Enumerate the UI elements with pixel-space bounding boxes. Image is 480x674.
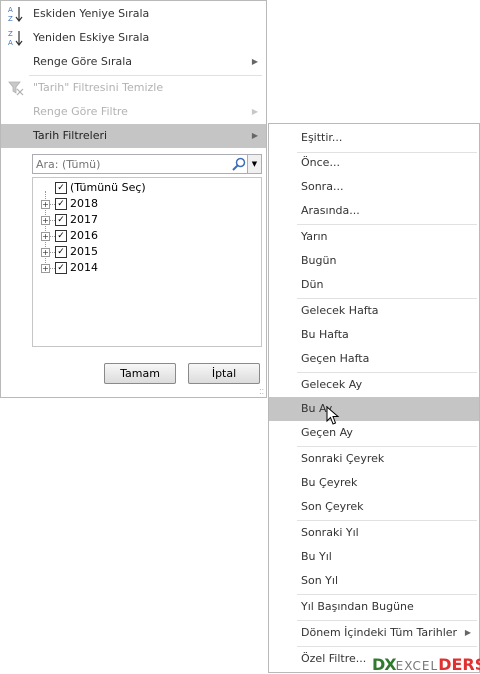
submenu-item-before[interactable]: Önce... [269, 151, 479, 175]
svg-text:A: A [8, 39, 13, 47]
resize-grip-icon[interactable]: ⁚⁚ [260, 389, 264, 396]
menu-item-label: Renge Göre Filtre [33, 105, 128, 118]
search-box: ▼ [32, 154, 262, 174]
submenu-item-label: Arasında... [301, 204, 360, 217]
submenu-item-next-month[interactable]: Gelecek Ay [269, 373, 479, 397]
menu-item-label: Eskiden Yeniye Sırala [33, 7, 150, 20]
watermark-part: DX [372, 655, 397, 674]
submenu-item-label: Geçen Hafta [301, 352, 370, 365]
search-icon[interactable] [231, 156, 247, 172]
submenu-item-label: Gelecek Hafta [301, 304, 379, 317]
submenu-item-last-quarter[interactable]: Son Çeyrek [269, 495, 479, 519]
submenu-item-year-to-date[interactable]: Yıl Başından Bugüne [269, 595, 479, 619]
submenu-item-last-week[interactable]: Geçen Hafta [269, 347, 479, 371]
search-input[interactable] [33, 155, 232, 173]
chevron-right-icon: ▶ [251, 107, 258, 116]
search-dropdown-button[interactable]: ▼ [247, 155, 261, 173]
sort-newest-to-oldest[interactable]: Z A Yeniden Eskiye Sırala [1, 26, 266, 50]
ok-button[interactable]: Tamam [104, 363, 176, 384]
submenu-item-label: Eşittir... [301, 131, 343, 144]
filter-by-color[interactable]: Renge Göre Filtre ▶ [1, 100, 266, 124]
autofilter-menu: A Z Eskiden Yeniye Sırala Z A Yeniden Es… [0, 0, 267, 398]
checkbox[interactable]: ✓ [55, 230, 67, 242]
clear-date-filter[interactable]: "Tarih" Filtresini Temizle [1, 76, 266, 100]
menu-item-label: "Tarih" Filtresini Temizle [33, 81, 164, 94]
submenu-item-yesterday[interactable]: Dün [269, 273, 479, 297]
chevron-right-icon: ▶ [251, 131, 258, 140]
checkbox[interactable]: ✓ [55, 198, 67, 210]
checkbox[interactable]: ✓ [55, 182, 67, 194]
watermark-part: DERS [438, 655, 480, 674]
submenu-item-label: Bu Yıl [301, 550, 332, 563]
submenu-item-all-dates-in-period[interactable]: Dönem İçindeki Tüm Tarihler ▶ [269, 621, 479, 645]
submenu-item-equals[interactable]: Eşittir... [269, 126, 479, 150]
chevron-right-icon: ▶ [464, 628, 471, 637]
select-all-item[interactable]: ✓ (Tümünü Seç) [33, 180, 233, 196]
tree-item-label: 2017 [70, 213, 98, 226]
submenu-item-label: Yıl Başından Bugüne [301, 600, 414, 613]
submenu-item-last-year[interactable]: Son Yıl [269, 569, 479, 593]
submenu-item-label: Dün [301, 278, 324, 291]
filter-value-list: ✓ (Tümünü Seç) + ✓ 2018 + ✓ 2017 + ✓ 201… [32, 177, 262, 347]
tree-item-2014[interactable]: + ✓ 2014 [33, 260, 233, 276]
watermark-logo: DXEXCELDERS [372, 655, 480, 674]
submenu-item-next-week[interactable]: Gelecek Hafta [269, 299, 479, 323]
sort-asc-icon: A Z [8, 6, 23, 23]
submenu-item-label: Bu Hafta [301, 328, 349, 341]
svg-text:A: A [8, 6, 13, 14]
submenu-item-this-quarter[interactable]: Bu Çeyrek [269, 471, 479, 495]
submenu-item-tomorrow[interactable]: Yarın [269, 225, 479, 249]
tree-item-2016[interactable]: + ✓ 2016 [33, 228, 233, 244]
submenu-item-label: Dönem İçindeki Tüm Tarihler [301, 626, 458, 639]
submenu-item-next-year[interactable]: Sonraki Yıl [269, 521, 479, 545]
svg-text:Z: Z [8, 30, 13, 38]
submenu-item-label: Geçen Ay [301, 426, 353, 439]
submenu-item-label: Özel Filtre... [301, 652, 367, 665]
submenu-item-label: Sonraki Yıl [301, 526, 359, 539]
tree-item-label: 2015 [70, 245, 98, 258]
submenu-item-label: Son Çeyrek [301, 500, 364, 513]
submenu-item-last-month[interactable]: Geçen Ay [269, 421, 479, 445]
date-filters-submenu: Eşittir... Önce... Sonra... Arasında... … [268, 123, 480, 673]
tree-item-2018[interactable]: + ✓ 2018 [33, 196, 233, 212]
submenu-item-this-week[interactable]: Bu Hafta [269, 323, 479, 347]
submenu-item-this-month[interactable]: Bu Ay [269, 397, 479, 421]
mouse-cursor-icon [326, 406, 340, 425]
sort-oldest-to-newest[interactable]: A Z Eskiden Yeniye Sırala [1, 2, 266, 26]
tree-item-2015[interactable]: + ✓ 2015 [33, 244, 233, 260]
checkbox[interactable]: ✓ [55, 214, 67, 226]
tree-item-label: (Tümünü Seç) [70, 181, 146, 194]
clear-filter-icon [8, 81, 24, 96]
menu-item-label: Yeniden Eskiye Sırala [33, 31, 150, 44]
submenu-item-label: Sonraki Çeyrek [301, 452, 385, 465]
tree-item-2017[interactable]: + ✓ 2017 [33, 212, 233, 228]
submenu-item-label: Gelecek Ay [301, 378, 363, 391]
submenu-item-this-year[interactable]: Bu Yıl [269, 545, 479, 569]
submenu-item-label: Bu Çeyrek [301, 476, 358, 489]
chevron-right-icon: ▶ [251, 57, 258, 66]
submenu-item-label: Sonra... [301, 180, 344, 193]
menu-item-label: Renge Göre Sırala [33, 55, 133, 68]
svg-text:Z: Z [8, 15, 13, 23]
checkbox[interactable]: ✓ [55, 246, 67, 258]
sort-desc-icon: Z A [8, 30, 23, 47]
submenu-item-label: Bugün [301, 254, 337, 267]
tree-item-label: 2016 [70, 229, 98, 242]
tree-item-label: 2014 [70, 261, 98, 274]
watermark-part: EXCEL [395, 659, 439, 673]
tree-item-label: 2018 [70, 197, 98, 210]
submenu-item-next-quarter[interactable]: Sonraki Çeyrek [269, 447, 479, 471]
submenu-item-between[interactable]: Arasında... [269, 199, 479, 223]
submenu-item-label: Son Yıl [301, 574, 339, 587]
date-filters[interactable]: Tarih Filtreleri ▶ [1, 124, 266, 148]
cancel-button[interactable]: İptal [188, 363, 260, 384]
menu-item-label: Tarih Filtreleri [33, 129, 108, 142]
sort-by-color[interactable]: Renge Göre Sırala ▶ [1, 50, 266, 74]
checkbox[interactable]: ✓ [55, 262, 67, 274]
submenu-item-today[interactable]: Bugün [269, 249, 479, 273]
submenu-item-label: Önce... [301, 156, 340, 169]
submenu-item-label: Yarın [301, 230, 328, 243]
submenu-item-after[interactable]: Sonra... [269, 175, 479, 199]
